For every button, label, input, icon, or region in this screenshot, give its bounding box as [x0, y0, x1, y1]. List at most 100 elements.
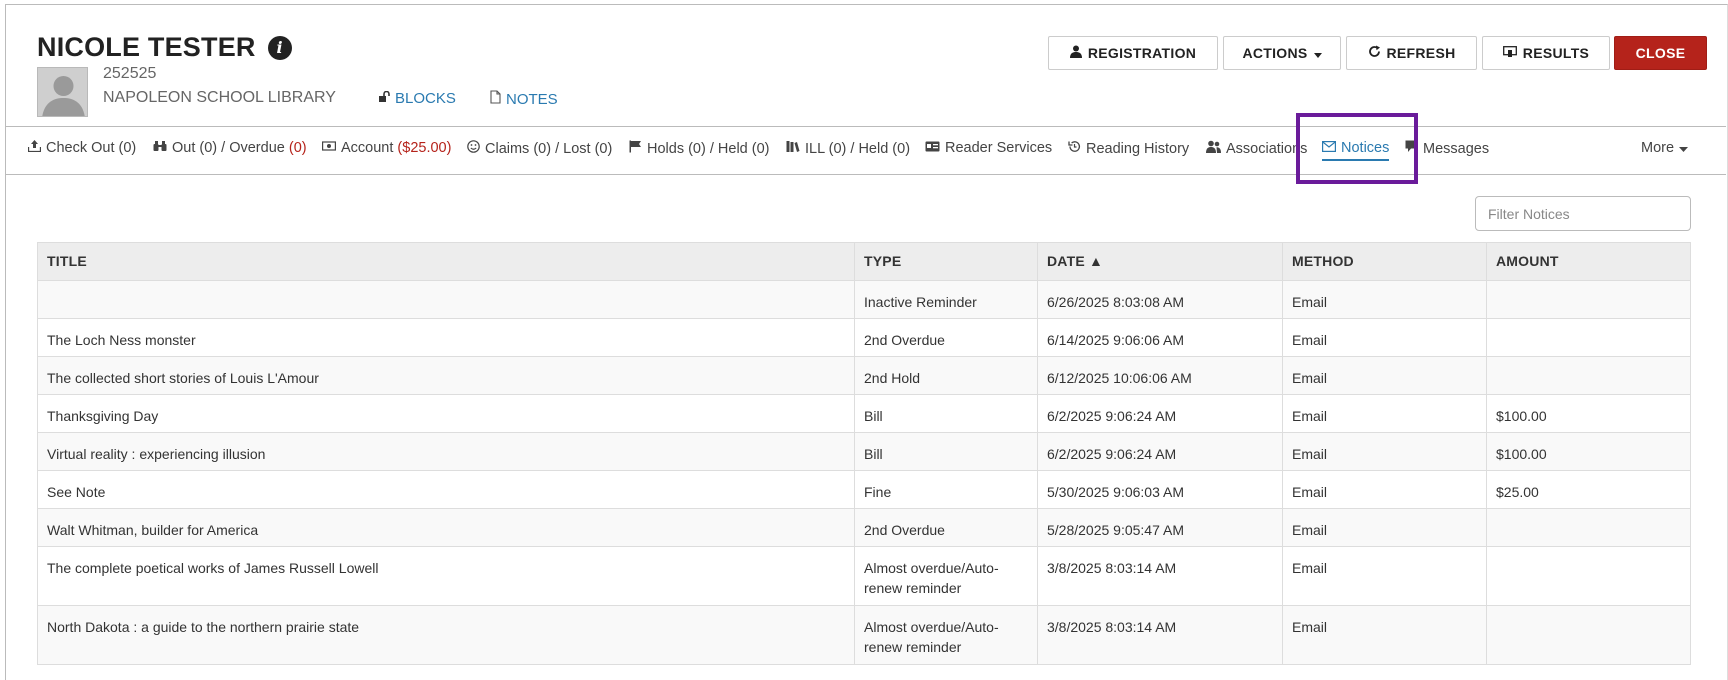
tab-check-out[interactable]: Check Out (0) [27, 140, 136, 156]
smile-icon [467, 140, 480, 157]
table-header-row: TITLE TYPE DATE ▲ METHOD AMOUNT [37, 242, 1691, 281]
cell-amount [1486, 356, 1691, 395]
caret-down-icon [1313, 45, 1322, 61]
caret-down-icon [1679, 140, 1689, 156]
notices-table: TITLE TYPE DATE ▲ METHOD AMOUNT Inactive… [37, 242, 1691, 665]
cell-type: 2nd Hold [854, 356, 1038, 395]
file-icon [490, 90, 501, 108]
cell-type: 2nd Overdue [854, 318, 1038, 357]
actions-dropdown-button[interactable]: ACTIONS [1223, 36, 1341, 70]
table-row[interactable]: The collected short stories of Louis L'A… [37, 356, 1691, 395]
info-icon[interactable]: i [267, 35, 292, 60]
column-header-title[interactable]: TITLE [37, 242, 855, 281]
tab-claims-lost[interactable]: Claims (0) / Lost (0) [467, 140, 612, 157]
table-row[interactable]: See Note Fine 5/30/2025 9:06:03 AM Email… [37, 470, 1691, 509]
cell-title: North Dakota : a guide to the northern p… [37, 605, 855, 665]
notes-label: NOTES [506, 90, 558, 108]
cell-amount: $100.00 [1486, 394, 1691, 433]
binoculars-icon [153, 140, 167, 156]
table-row[interactable]: Walt Whitman, builder for America 2nd Ov… [37, 508, 1691, 547]
tab-out-overdue[interactable]: Out (0) / Overdue (0) [153, 140, 307, 156]
cell-amount: $25.00 [1486, 470, 1691, 509]
cell-type: 2nd Overdue [854, 508, 1038, 547]
cell-method: Email [1282, 432, 1487, 471]
patron-library: NAPOLEON SCHOOL LIBRARY [103, 89, 336, 106]
cell-method: Email [1282, 280, 1487, 319]
cell-amount [1486, 318, 1691, 357]
cell-date: 5/30/2025 9:06:03 AM [1037, 470, 1283, 509]
cell-title [37, 280, 855, 319]
cell-date: 6/2/2025 9:06:24 AM [1037, 394, 1283, 433]
patron-name-heading: NICOLE TESTER i [37, 32, 292, 63]
cell-type: Fine [854, 470, 1038, 509]
cell-title: Thanksgiving Day [37, 394, 855, 433]
books-icon [786, 140, 800, 157]
tab-more-dropdown[interactable]: More [1641, 140, 1689, 156]
results-button[interactable]: RESULTS [1482, 36, 1610, 70]
cell-amount [1486, 546, 1691, 606]
notes-link[interactable]: NOTES [490, 90, 558, 108]
cell-title: See Note [37, 470, 855, 509]
cell-date: 6/26/2025 8:03:08 AM [1037, 280, 1283, 319]
cell-date: 6/2/2025 9:06:24 AM [1037, 432, 1283, 471]
tab-account[interactable]: Account ($25.00) [322, 140, 451, 156]
table-row[interactable]: Inactive Reminder 6/26/2025 8:03:08 AM E… [37, 280, 1691, 319]
cell-method: Email [1282, 394, 1487, 433]
cell-amount [1486, 508, 1691, 547]
notices-tab-highlight [1296, 113, 1418, 184]
cell-date: 6/12/2025 10:06:06 AM [1037, 356, 1283, 395]
cell-title: Virtual reality : experiencing illusion [37, 432, 855, 471]
avatar [37, 67, 88, 117]
blocks-link[interactable]: BLOCKS [378, 90, 456, 107]
users-icon [1206, 140, 1221, 157]
cell-type: Almost overdue/Auto-renew reminder [854, 605, 1038, 665]
money-icon [322, 140, 337, 156]
tab-associations[interactable]: Associations [1206, 140, 1307, 157]
cell-date: 3/8/2025 8:03:14 AM [1037, 546, 1283, 606]
column-header-date[interactable]: DATE ▲ [1037, 242, 1283, 281]
cell-method: Email [1282, 356, 1487, 395]
cell-title: The Loch Ness monster [37, 318, 855, 357]
column-header-type[interactable]: TYPE [854, 242, 1038, 281]
cell-date: 3/8/2025 8:03:14 AM [1037, 605, 1283, 665]
tab-reader-services[interactable]: Reader Services [925, 140, 1052, 156]
table-row[interactable]: Thanksgiving Day Bill 6/2/2025 9:06:24 A… [37, 394, 1691, 433]
table-row[interactable]: The Loch Ness monster 2nd Overdue 6/14/2… [37, 318, 1691, 357]
cell-amount: $100.00 [1486, 432, 1691, 471]
tab-ill-held[interactable]: ILL (0) / Held (0) [786, 140, 910, 157]
cell-type: Bill [854, 432, 1038, 471]
cell-date: 6/14/2025 9:06:06 AM [1037, 318, 1283, 357]
column-header-method[interactable]: METHOD [1282, 242, 1487, 281]
column-header-amount[interactable]: AMOUNT [1486, 242, 1691, 281]
cell-method: Email [1282, 508, 1487, 547]
table-row[interactable]: North Dakota : a guide to the northern p… [37, 605, 1691, 665]
refresh-icon [1368, 45, 1381, 61]
history-icon [1068, 140, 1081, 157]
tab-holds-held[interactable]: Holds (0) / Held (0) [629, 140, 769, 157]
cell-type: Bill [854, 394, 1038, 433]
cell-title: The collected short stories of Louis L'A… [37, 356, 855, 395]
cell-method: Email [1282, 470, 1487, 509]
close-button[interactable]: CLOSE [1614, 36, 1707, 70]
cell-method: Email [1282, 318, 1487, 357]
patron-barcode: 252525 [103, 65, 157, 82]
cell-type: Inactive Reminder [854, 280, 1038, 319]
id-card-icon [925, 140, 940, 156]
cell-title: Walt Whitman, builder for America [37, 508, 855, 547]
user-icon [1069, 45, 1082, 61]
cell-amount [1486, 280, 1691, 319]
tab-reading-history[interactable]: Reading History [1068, 140, 1189, 157]
flag-icon [629, 140, 642, 157]
cell-date: 5/28/2025 9:05:47 AM [1037, 508, 1283, 547]
results-icon [1502, 45, 1517, 61]
account-balance: ($25.00) [397, 140, 452, 156]
refresh-button[interactable]: REFRESH [1346, 36, 1477, 70]
blocks-label: BLOCKS [395, 90, 456, 107]
cell-method: Email [1282, 546, 1487, 606]
unlock-icon [378, 90, 390, 107]
filter-notices-input[interactable] [1475, 196, 1691, 231]
table-row[interactable]: Virtual reality : experiencing illusion … [37, 432, 1691, 471]
cell-amount [1486, 605, 1691, 665]
registration-button[interactable]: REGISTRATION [1048, 36, 1218, 70]
table-row[interactable]: The complete poetical works of James Rus… [37, 546, 1691, 606]
